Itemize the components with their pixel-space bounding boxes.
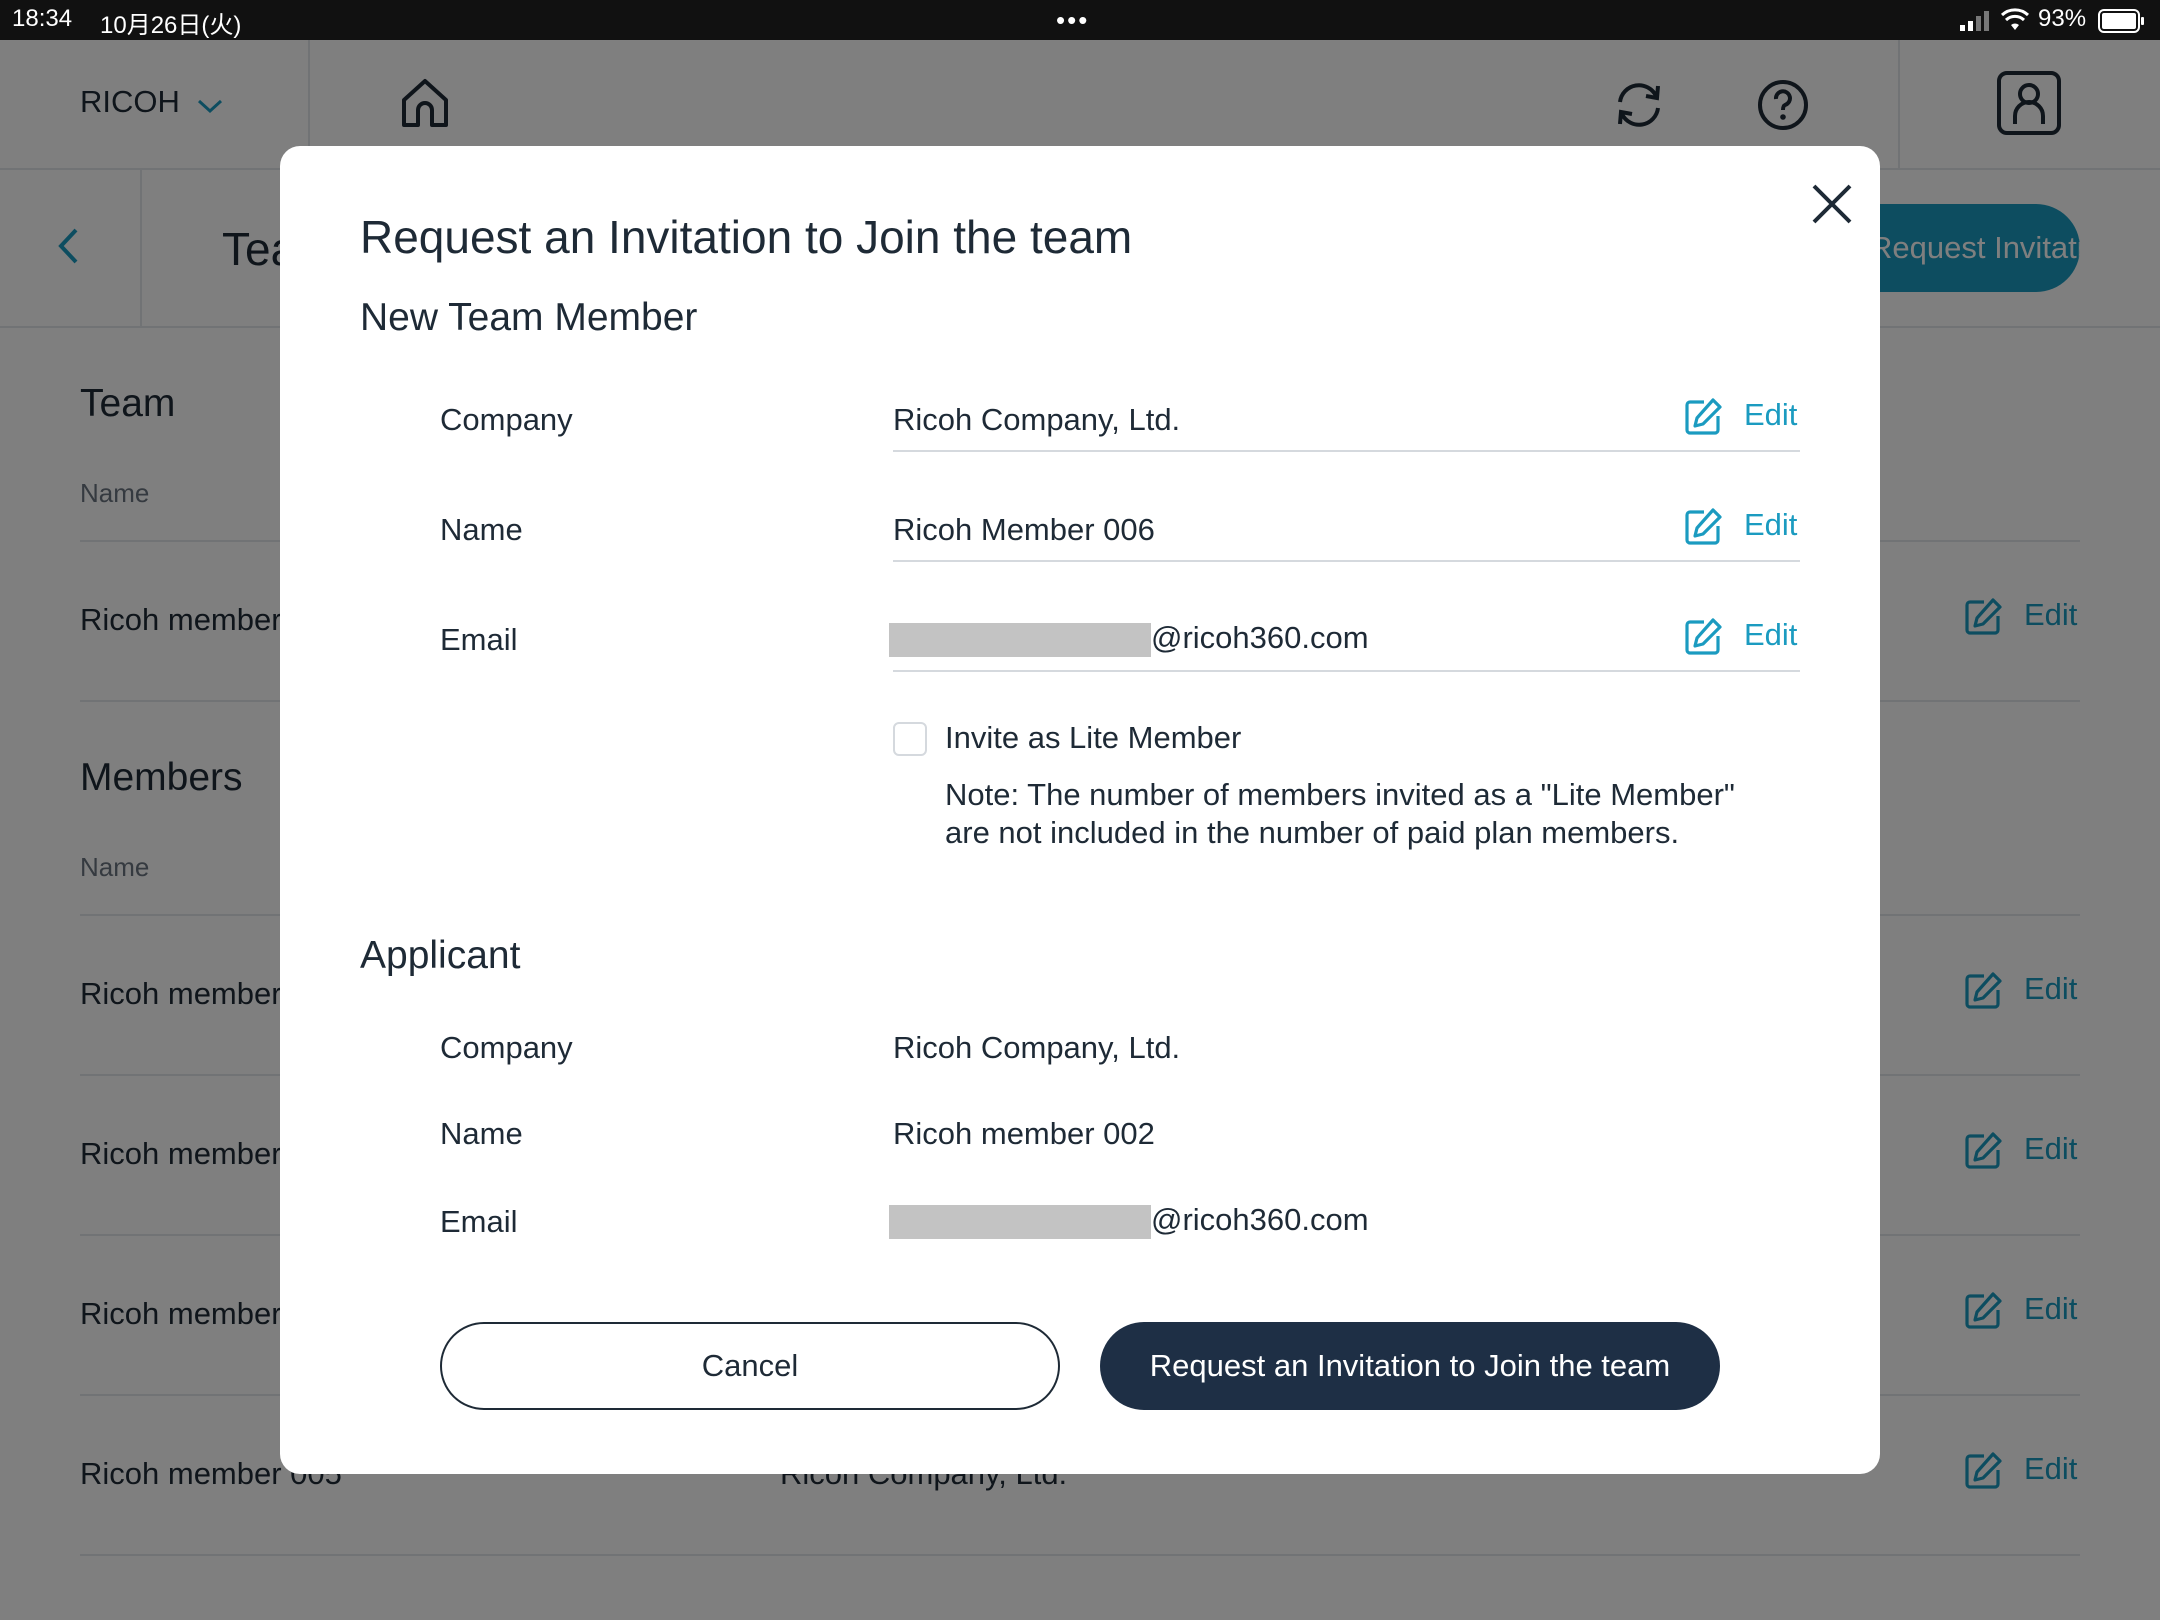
lite-member-checkbox[interactable]: [893, 722, 927, 756]
edit-name-button[interactable]: Edit: [1682, 506, 1797, 548]
signal-icon: [1960, 10, 1992, 38]
multitasking-dots-icon[interactable]: •••: [1056, 7, 1089, 33]
field-underline: [893, 670, 1800, 672]
email-domain: @ricoh360.com: [1151, 1202, 1369, 1237]
cancel-button[interactable]: Cancel: [440, 1322, 1060, 1410]
edit-company-button[interactable]: Edit: [1682, 396, 1797, 438]
edit-icon: [1685, 618, 1722, 655]
new-member-email-value: @ricoh360.com: [889, 620, 1369, 657]
battery-percent: 93%: [2038, 5, 2087, 32]
field-underline: [893, 560, 1800, 562]
new-member-email-label: Email: [440, 622, 518, 657]
applicant-email-label: Email: [440, 1204, 518, 1239]
submit-request-button[interactable]: Request an Invitation to Join the team: [1100, 1322, 1720, 1410]
edit-label: Edit: [1744, 397, 1798, 433]
status-bar: 18:34 10月26日(火) ••• 93%: [0, 0, 2160, 40]
new-member-name-label: Name: [440, 512, 523, 547]
email-domain: @ricoh360.com: [1151, 620, 1369, 655]
new-member-heading: New Team Member: [360, 296, 698, 339]
applicant-email-value: @ricoh360.com: [889, 1202, 1369, 1239]
battery-icon: [2098, 9, 2146, 40]
dialog-title: Request an Invitation to Join the team: [360, 211, 1133, 263]
applicant-name-value: Ricoh member 002: [893, 1116, 1155, 1151]
new-member-company-label: Company: [440, 402, 573, 437]
edit-icon: [1685, 508, 1722, 545]
edit-icon: [1685, 398, 1722, 435]
edit-email-button[interactable]: Edit: [1682, 616, 1797, 658]
lite-member-label[interactable]: Invite as Lite Member: [945, 720, 1241, 756]
applicant-name-label: Name: [440, 1116, 523, 1151]
wifi-icon: [2000, 8, 2030, 39]
applicant-heading: Applicant: [360, 934, 521, 977]
applicant-company-value: Ricoh Company, Ltd.: [893, 1030, 1181, 1065]
new-member-company-value: Ricoh Company, Ltd.: [893, 402, 1181, 437]
redacted-block: [889, 1204, 1151, 1239]
status-time: 18:34: [12, 5, 73, 32]
lite-member-note: Note: The number of members invited as a…: [945, 777, 1735, 850]
edit-label: Edit: [1744, 617, 1798, 653]
applicant-company-label: Company: [440, 1030, 573, 1065]
edit-label: Edit: [1744, 507, 1798, 543]
redacted-block: [889, 622, 1151, 657]
field-underline: [893, 450, 1800, 452]
status-date: 10月26日(火): [100, 12, 242, 39]
new-member-name-value: Ricoh Member 006: [893, 512, 1155, 547]
request-invitation-dialog: Request an Invitation to Join the team N…: [280, 146, 1880, 1474]
close-icon[interactable]: [1804, 176, 1860, 232]
